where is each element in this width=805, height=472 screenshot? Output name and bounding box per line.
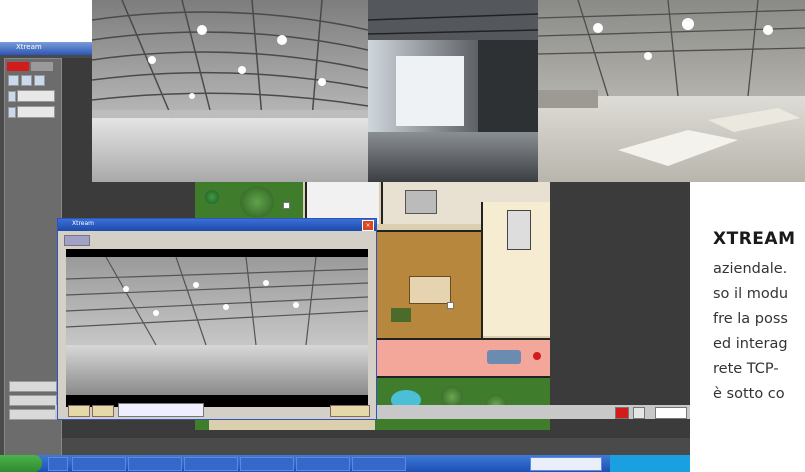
camera-popup-window: Xtream × [57,218,377,420]
warehouse-photo-2 [368,0,538,182]
start-button[interactable] [0,455,42,472]
panel-gray-button[interactable] [31,62,53,71]
panel-field-2[interactable] [17,106,55,118]
taskbar-item-6[interactable] [352,457,406,471]
popup-titlebar[interactable]: Xtream × [58,219,376,231]
plant-icon [205,190,219,204]
panel-bottom-button-1[interactable] [9,381,57,392]
dining-table-icon [507,210,531,250]
quicklaunch-icon[interactable] [48,457,68,471]
warehouse-photo-3 [538,0,805,182]
panel-bottom-button-3[interactable] [9,409,57,420]
description-text-panel: XTREAM aziendale. so il modu fre la poss… [711,225,805,465]
rug-icon [391,308,411,322]
map-sensor-label[interactable] [283,202,290,209]
popup-title: Xtream [72,220,95,227]
panel-field-1[interactable] [17,90,55,102]
popup-button-1[interactable] [68,405,90,417]
left-control-panel [4,58,62,460]
panel-bottom-button-2[interactable] [9,395,57,406]
warehouse-photo-1 [92,0,368,182]
os-taskbar [0,455,690,472]
panel-square-button-2[interactable] [21,75,32,86]
panel-red-button[interactable] [7,62,29,71]
taskbar-item-3[interactable] [184,457,238,471]
description-line-6: è sotto co [713,386,785,402]
description-line-4: ed interag [713,336,788,352]
tree-icon [240,186,274,218]
camera-feed-view[interactable] [66,249,368,407]
status-field[interactable] [655,407,687,419]
taskbar-search-box[interactable] [530,457,602,471]
description-line-3: fre la poss [713,311,788,327]
dining-room [481,202,550,336]
alarm-dot-icon[interactable] [533,352,541,360]
taskbar-item-5[interactable] [296,457,350,471]
popup-menu-button[interactable] [64,235,90,246]
taskbar-item-4[interactable] [240,457,294,471]
sofa-icon [409,276,451,304]
panel-square-button-3[interactable] [34,75,45,86]
alarm-status-icon[interactable] [615,407,629,419]
bedroom [375,338,550,378]
app-title: Xtream [16,43,42,51]
product-title: XTREAM [713,229,796,249]
panel-checkbox-2[interactable] [8,107,16,118]
popup-right-button[interactable] [330,405,370,417]
system-tray [610,455,690,472]
popup-button-2[interactable] [92,405,114,417]
status-small-box[interactable] [633,407,645,419]
popup-info-field[interactable] [118,403,204,417]
map-sensor-label-2[interactable] [447,302,454,309]
taskbar-item-1[interactable] [72,457,126,471]
table-icon [405,190,437,214]
description-line-2: so il modu [713,286,789,302]
description-line-5: rete TCP- [713,361,779,377]
camera-image [66,256,368,407]
panel-checkbox-1[interactable] [8,91,16,102]
car-icon [487,350,521,364]
close-icon[interactable]: × [362,220,374,231]
description-line-1: aziendale. [713,261,788,277]
taskbar-item-2[interactable] [128,457,182,471]
living-room [375,230,483,340]
bottom-garden [375,376,550,430]
panel-square-button-1[interactable] [8,75,19,86]
